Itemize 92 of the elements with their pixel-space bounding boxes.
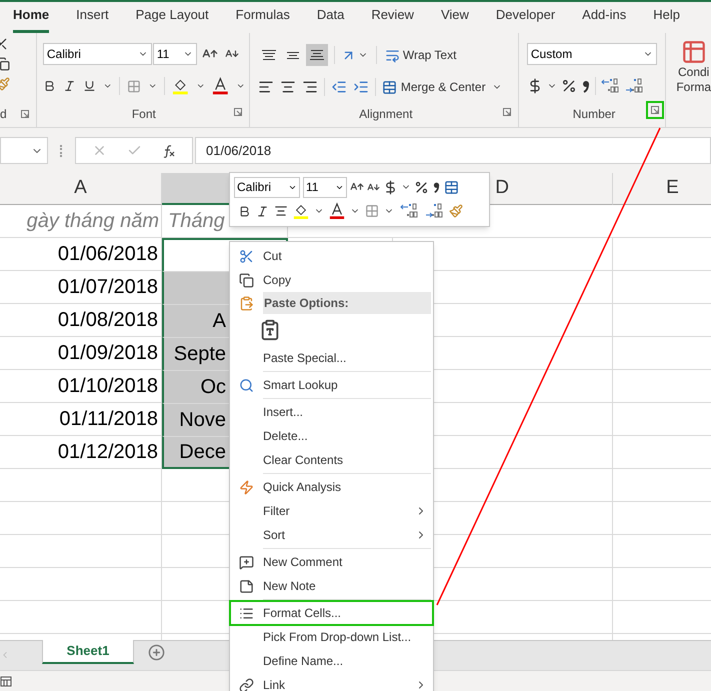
conditional-formatting-icon[interactable] xyxy=(680,39,707,65)
ribbon-tab[interactable]: Data xyxy=(316,4,344,33)
function-icon[interactable] xyxy=(162,144,176,158)
copy-icon xyxy=(239,272,254,288)
borders-icon[interactable] xyxy=(126,78,141,94)
bold-icon[interactable] xyxy=(42,79,56,93)
copy-icon[interactable] xyxy=(0,57,10,71)
table-cell-text: 01/06/2018 xyxy=(58,242,158,267)
font-size-field[interactable]: 11 xyxy=(152,43,197,65)
conditional-formatting-label[interactable]: Forma xyxy=(676,80,711,95)
table-cell-text: 01/11/2018 xyxy=(59,407,158,432)
ribbon-tab[interactable]: Formulas xyxy=(236,4,290,33)
menu-item[interactable]: Cut xyxy=(230,244,433,268)
formula-input[interactable]: 01/06/2018 xyxy=(195,137,711,164)
font-name-field[interactable]: Calibri xyxy=(234,176,300,198)
menu-item[interactable]: Sort xyxy=(230,523,433,547)
ribbon-tab[interactable]: Developer xyxy=(496,4,556,33)
group-label: Number xyxy=(572,106,616,123)
conditional-formatting-label[interactable]: Condi xyxy=(678,65,710,80)
sheet-tab[interactable]: Sheet1 xyxy=(42,640,134,664)
ribbon-tab[interactable]: View xyxy=(440,4,469,33)
group-label: d xyxy=(0,106,7,123)
vertical-align-button[interactable] xyxy=(306,44,328,66)
ribbon-tab[interactable]: Review xyxy=(371,4,414,33)
menu-section-header: Paste Options: xyxy=(263,292,431,314)
menu-item[interactable]: Format Cells... xyxy=(230,601,433,625)
font-size-field[interactable]: 11 xyxy=(303,176,347,198)
column-header[interactable]: E xyxy=(613,173,711,205)
number-format-field[interactable]: Custom xyxy=(526,43,657,65)
align-left-icon[interactable] xyxy=(258,79,274,95)
table-cell-text: 01/10/2018 xyxy=(58,374,158,399)
bold-icon[interactable] xyxy=(238,204,251,218)
link-icon xyxy=(239,678,254,691)
merge-cells-icon xyxy=(382,80,397,94)
menu-item[interactable]: New Comment xyxy=(230,550,433,574)
italic-icon[interactable] xyxy=(256,204,269,218)
comment-icon xyxy=(239,554,254,570)
menu-item[interactable]: Quick Analysis xyxy=(230,475,433,499)
table-cell-text: gày tháng năm xyxy=(26,209,159,234)
font-name-field[interactable]: Calibri xyxy=(42,43,152,65)
wrap-text-icon xyxy=(384,48,400,62)
table-cell-text: 01/12/2018 xyxy=(58,440,158,465)
ribbon-tab[interactable]: Add-ins xyxy=(582,4,626,33)
align-right-icon[interactable] xyxy=(302,79,318,95)
note-icon xyxy=(239,578,254,594)
decrease-indent-icon[interactable] xyxy=(330,79,347,95)
align-lines-icon xyxy=(262,50,276,60)
list-icon xyxy=(239,606,254,620)
align-center-icon[interactable] xyxy=(280,79,296,95)
cut-icon xyxy=(239,248,254,264)
menu-item[interactable]: Filter xyxy=(230,499,433,523)
table-cell-text: 01/08/2018 xyxy=(58,308,158,333)
percent-icon[interactable] xyxy=(414,180,429,194)
ribbon-tab[interactable]: Help xyxy=(653,4,680,33)
group-label: Alignment xyxy=(359,106,413,123)
underline-icon[interactable] xyxy=(82,79,96,93)
add-sheet-icon[interactable] xyxy=(148,644,165,661)
page-view-icon[interactable] xyxy=(0,675,12,687)
menu-item[interactable]: Copy xyxy=(230,268,433,292)
lightning-icon xyxy=(239,480,254,494)
menu-item[interactable]: New Note xyxy=(230,574,433,598)
menu-item[interactable]: Define Name... xyxy=(230,649,433,673)
search-icon xyxy=(239,378,254,392)
align-lines-icon xyxy=(310,50,324,60)
table-cell-text: Tháng xyxy=(168,209,225,234)
format-painter-icon[interactable] xyxy=(449,204,463,218)
align-center-icon[interactable] xyxy=(274,204,288,218)
comma-style-icon[interactable] xyxy=(580,78,591,94)
borders-icon[interactable] xyxy=(365,204,379,218)
percent-icon[interactable] xyxy=(560,78,577,94)
group-label: Font xyxy=(132,106,156,123)
ribbon-tab[interactable]: Page Layout xyxy=(136,4,209,33)
font-color-icon[interactable] xyxy=(212,76,229,96)
grip-icon xyxy=(60,144,63,156)
font-color-icon[interactable] xyxy=(329,202,345,220)
align-lines-icon xyxy=(286,52,300,58)
dialog-launcher-icon[interactable] xyxy=(648,103,662,117)
format-painter-icon[interactable] xyxy=(0,77,10,91)
italic-icon[interactable] xyxy=(62,79,76,93)
merge-center-button[interactable]: Merge & Center xyxy=(382,78,486,96)
comma-style-icon[interactable] xyxy=(432,180,441,194)
paste-icon xyxy=(239,296,254,310)
table-cell-text: 01/09/2018 xyxy=(58,341,158,366)
ribbon-tab[interactable]: Insert xyxy=(76,4,109,33)
wrap-text-button[interactable]: Wrap Text xyxy=(384,46,456,64)
paste-icon xyxy=(259,319,281,341)
merge-icon[interactable] xyxy=(444,180,459,194)
ribbon-tab[interactable]: Home xyxy=(13,4,50,33)
increase-indent-icon[interactable] xyxy=(352,79,369,95)
menu-item[interactable]: Pick From Drop-down List... xyxy=(230,625,433,649)
currency-icon[interactable] xyxy=(383,180,398,194)
table-cell-text: 01/07/2018 xyxy=(58,275,158,300)
